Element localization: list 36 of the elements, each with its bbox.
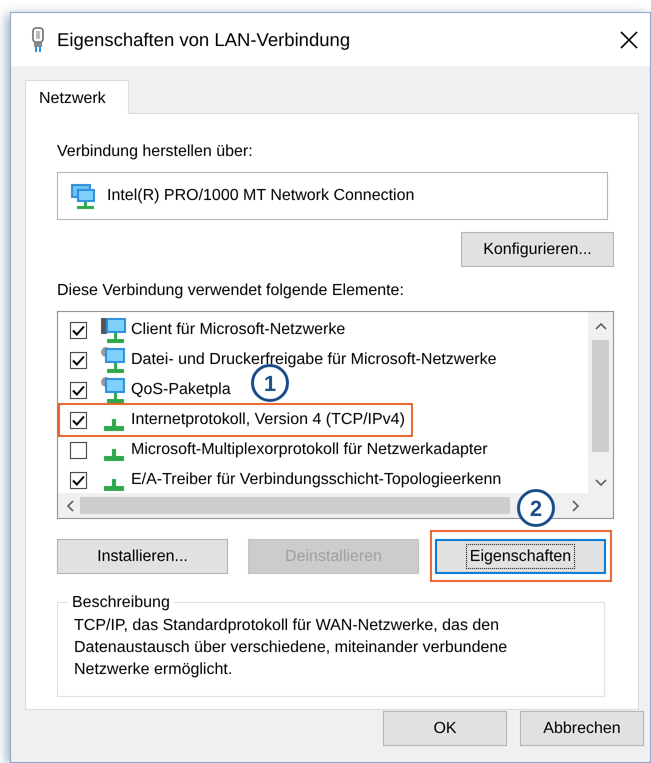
network-service-icon [100,346,128,374]
monitor-icon [69,182,97,210]
configure-button[interactable]: Konfigurieren... [461,232,614,267]
checkbox[interactable] [70,472,87,488]
description-text: TCP/IP, das Standardprotokoll für WAN-Netzwerke, das den Datenaustausch über verschiedene, miteinander verbundene Netzwerke ermöglicht. [74,616,508,680]
checkbox[interactable] [70,322,87,338]
protocol-icon [104,419,124,431]
scroll-left-icon[interactable] [66,500,74,512]
dialog-button[interactable]: Abbrechen [520,711,644,746]
network-plug-icon [31,26,45,52]
element-label[interactable]: Internetprotokoll, Version 4 (TCP/IPv4) [131,408,405,432]
checkbox[interactable] [70,352,87,368]
window-title: Eigenschaften von LAN-Verbindung [57,28,350,52]
scroll-down-icon[interactable] [594,479,606,487]
scrollbar-thumb[interactable] [592,340,609,452]
dialog-button[interactable]: OK [383,711,507,746]
computer-network-icon [100,316,128,344]
scroll-up-icon[interactable] [594,322,606,330]
element-label[interactable]: Microsoft-Multiplexorprotokoll für Netzwerkadapter [131,438,488,462]
action-button[interactable]: Installieren... [57,539,228,574]
protocol-icon [104,449,124,461]
field-label: Verbindung herstellen über: [57,142,254,162]
close-icon[interactable] [620,30,638,48]
scrollbar-thumb[interactable] [80,497,510,514]
adapter-name: Intel(R) PRO/1000 MT Network Connection [107,186,414,206]
element-label[interactable]: E/A-Treiber für Verbindungsschicht-Topologieerkenn [131,468,502,492]
element-label[interactable]: Client für Microsoft-Netzwerke [131,318,346,342]
field-label: Diese Verbindung verwendet folgende Elemente: [57,281,405,301]
protocol-icon [104,479,124,491]
checkbox[interactable] [70,412,87,428]
checkbox[interactable] [70,382,87,398]
action-button[interactable]: Eigenschaften [435,539,606,574]
checkbox[interactable] [70,442,87,458]
element-label[interactable]: QoS-Paketpla [131,378,231,402]
tab[interactable]: Netzwerk [25,80,129,114]
network-service-icon [100,376,128,404]
